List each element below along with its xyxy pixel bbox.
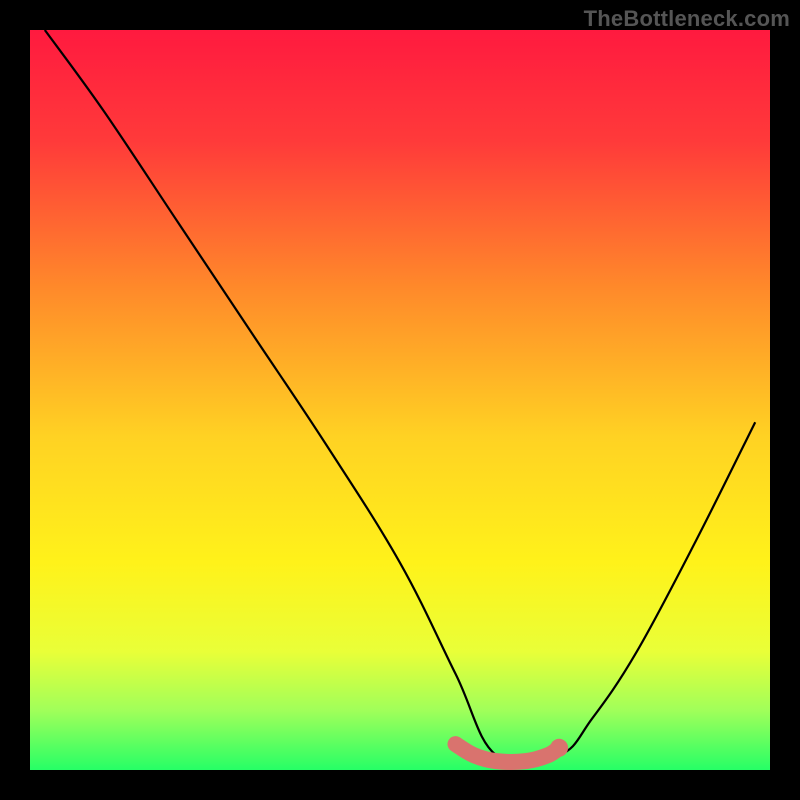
optimal-endpoint-dot xyxy=(550,739,568,757)
chart-frame: TheBottleneck.com xyxy=(0,0,800,800)
watermark-text: TheBottleneck.com xyxy=(584,6,790,32)
gradient-background xyxy=(30,30,770,770)
plot-area xyxy=(30,30,770,770)
chart-svg xyxy=(30,30,770,770)
